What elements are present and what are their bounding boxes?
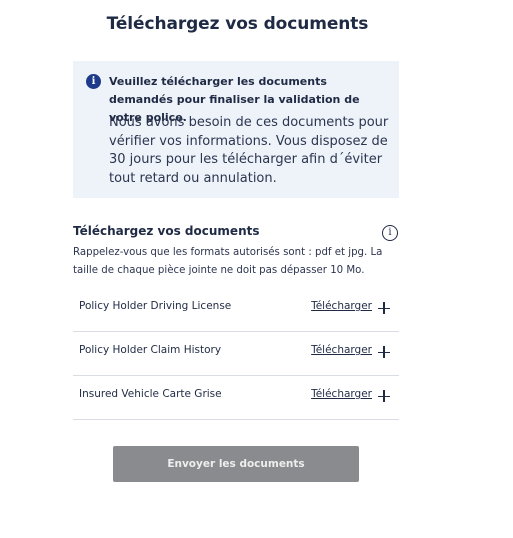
- upload-link[interactable]: Télécharger: [311, 388, 372, 400]
- document-label: Insured Vehicle Carte Grise: [79, 388, 222, 400]
- document-label: Policy Holder Driving License: [79, 300, 232, 312]
- info-outline-icon[interactable]: i: [382, 225, 398, 241]
- document-row-claim-history: Policy Holder Claim History Télécharger: [73, 332, 399, 376]
- page-title: Téléchargez vos documents: [106, 14, 369, 34]
- plus-icon[interactable]: [378, 390, 390, 402]
- info-icon: i: [86, 74, 101, 89]
- upload-section-title: Téléchargez vos documents: [73, 224, 260, 238]
- upload-section-description: Rappelez-vous que les formats autorisés …: [73, 247, 383, 276]
- document-list: Policy Holder Driving License Télécharge…: [73, 288, 399, 420]
- upload-documents-page: Téléchargez vos documents i Veuillez tél…: [0, 0, 513, 538]
- info-banner: i Veuillez télécharger les documents dem…: [73, 61, 399, 198]
- document-row-carte-grise: Insured Vehicle Carte Grise Télécharger: [73, 376, 399, 420]
- plus-icon[interactable]: [378, 302, 390, 314]
- plus-icon[interactable]: [378, 346, 390, 358]
- info-banner-body: Nous avons besoin de ces documents pour …: [109, 115, 389, 186]
- document-row-driving-license: Policy Holder Driving License Télécharge…: [73, 288, 399, 332]
- upload-link[interactable]: Télécharger: [311, 344, 372, 356]
- document-label: Policy Holder Claim History: [79, 344, 222, 356]
- submit-documents-button[interactable]: Envoyer les documents: [113, 446, 359, 482]
- upload-link[interactable]: Télécharger: [311, 300, 372, 312]
